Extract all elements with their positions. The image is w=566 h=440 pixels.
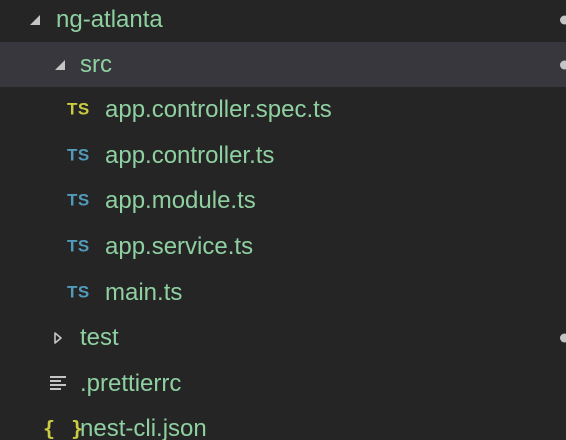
tree-item-file[interactable]: TS app.service.ts — [0, 224, 566, 269]
tree-item-file[interactable]: TS main.ts — [0, 270, 566, 315]
file-explorer-tree: ng-atlanta src TS app.controller.spec.ts… — [0, 0, 566, 440]
typescript-spec-icon: TS — [67, 99, 90, 119]
tree-item-prettierrc[interactable]: .prettierrc — [0, 361, 566, 406]
typescript-icon: TS — [67, 190, 90, 210]
typescript-icon: TS — [67, 282, 90, 302]
tree-item-label: .prettierrc — [80, 369, 182, 397]
tree-item-file[interactable]: TS app.controller.spec.ts — [0, 87, 566, 132]
tree-item-label: app.controller.ts — [105, 141, 275, 169]
tree-item-label: test — [80, 323, 119, 351]
tree-item-file[interactable]: TS app.module.ts — [0, 178, 566, 223]
modified-indicator-dot — [560, 60, 566, 69]
modified-indicator-dot — [560, 333, 566, 342]
typescript-icon: TS — [67, 236, 90, 256]
tree-item-src[interactable]: src — [0, 42, 566, 87]
tree-item-label: app.controller.spec.ts — [105, 95, 332, 123]
chevron-expanded-icon[interactable] — [53, 58, 67, 72]
tree-item-ng-atlanta[interactable]: ng-atlanta — [0, 0, 566, 42]
tree-item-file[interactable]: TS app.controller.ts — [0, 133, 566, 178]
text-file-icon — [50, 370, 68, 398]
modified-indicator-dot — [560, 15, 566, 24]
chevron-right-icon[interactable] — [51, 331, 65, 345]
tree-item-label: nest-cli.json — [80, 414, 207, 440]
tree-item-label: ng-atlanta — [56, 5, 163, 33]
tree-item-nest-cli-json[interactable]: { } nest-cli.json — [0, 406, 566, 440]
json-braces-icon: { } — [43, 416, 86, 440]
tree-item-label: main.ts — [105, 278, 183, 306]
tree-item-label: app.service.ts — [105, 232, 254, 260]
tree-item-label: src — [80, 50, 112, 78]
tree-item-label: app.module.ts — [105, 186, 256, 214]
chevron-expanded-icon[interactable] — [28, 13, 42, 27]
typescript-icon: TS — [67, 145, 90, 165]
tree-item-test[interactable]: test — [0, 315, 566, 360]
